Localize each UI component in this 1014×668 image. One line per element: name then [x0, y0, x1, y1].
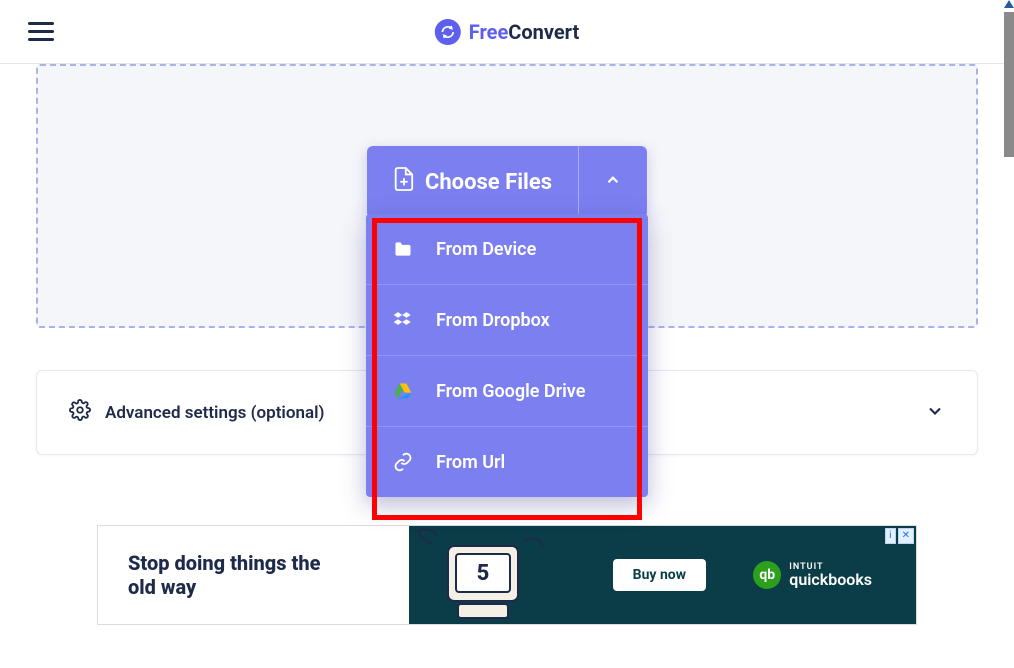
- link-icon: [392, 451, 414, 473]
- ad-banner: Stop doing things the old way 5 Buy now …: [97, 525, 917, 625]
- ad-info-icon[interactable]: i: [885, 528, 895, 544]
- choose-files-group: Choose Files: [367, 146, 647, 218]
- gear-icon: [69, 399, 91, 426]
- choose-files-label: Choose Files: [425, 170, 552, 195]
- main-content: Choose Files From Device: [0, 64, 1014, 625]
- upload-source-dropdown: From Device From Dropbox From Google Dri…: [366, 214, 648, 497]
- file-dropzone[interactable]: Choose Files From Device: [36, 64, 978, 328]
- choose-files-button[interactable]: Choose Files: [367, 146, 579, 218]
- scrollbar-thumb[interactable]: [1004, 12, 1014, 157]
- dropdown-item-label: From Google Drive: [436, 381, 585, 402]
- quickbooks-logo-icon: qb: [753, 561, 781, 589]
- dropdown-item-label: From Device: [436, 239, 536, 260]
- from-dropbox-option[interactable]: From Dropbox: [366, 285, 648, 356]
- dropbox-icon: [392, 309, 414, 331]
- scroll-up-arrow[interactable]: [1004, 0, 1014, 8]
- dropdown-item-label: From Url: [436, 452, 505, 473]
- menu-hamburger-icon[interactable]: [28, 22, 54, 41]
- folder-icon: [392, 238, 414, 260]
- from-url-option[interactable]: From Url: [366, 427, 648, 497]
- ad-controls: i ✕: [885, 528, 914, 544]
- ad-cta-button[interactable]: Buy now: [613, 559, 706, 591]
- advanced-settings-label: Advanced settings (optional): [105, 403, 324, 423]
- ad-brand-name: quickbooks: [789, 572, 872, 588]
- advanced-settings-left: Advanced settings (optional): [69, 399, 324, 426]
- chevron-down-icon: [925, 401, 945, 425]
- site-logo[interactable]: FreeConvert: [435, 19, 579, 45]
- file-add-icon: [393, 166, 415, 198]
- ad-brand: qb INTUIT quickbooks: [753, 561, 872, 589]
- ad-headline: Stop doing things the old way: [98, 551, 338, 599]
- app-header: FreeConvert: [0, 0, 1014, 64]
- choose-files-dropdown-toggle[interactable]: [579, 146, 647, 218]
- logo-refresh-icon: [435, 19, 461, 45]
- chevron-up-icon: [604, 171, 622, 193]
- dropdown-item-label: From Dropbox: [436, 310, 550, 331]
- logo-text: FreeConvert: [469, 20, 579, 44]
- google-drive-icon: [392, 380, 414, 402]
- ad-close-icon[interactable]: ✕: [898, 528, 914, 544]
- ad-illustration: 5: [398, 516, 578, 636]
- from-device-option[interactable]: From Device: [366, 214, 648, 285]
- from-google-drive-option[interactable]: From Google Drive: [366, 356, 648, 427]
- svg-text:5: 5: [477, 561, 490, 586]
